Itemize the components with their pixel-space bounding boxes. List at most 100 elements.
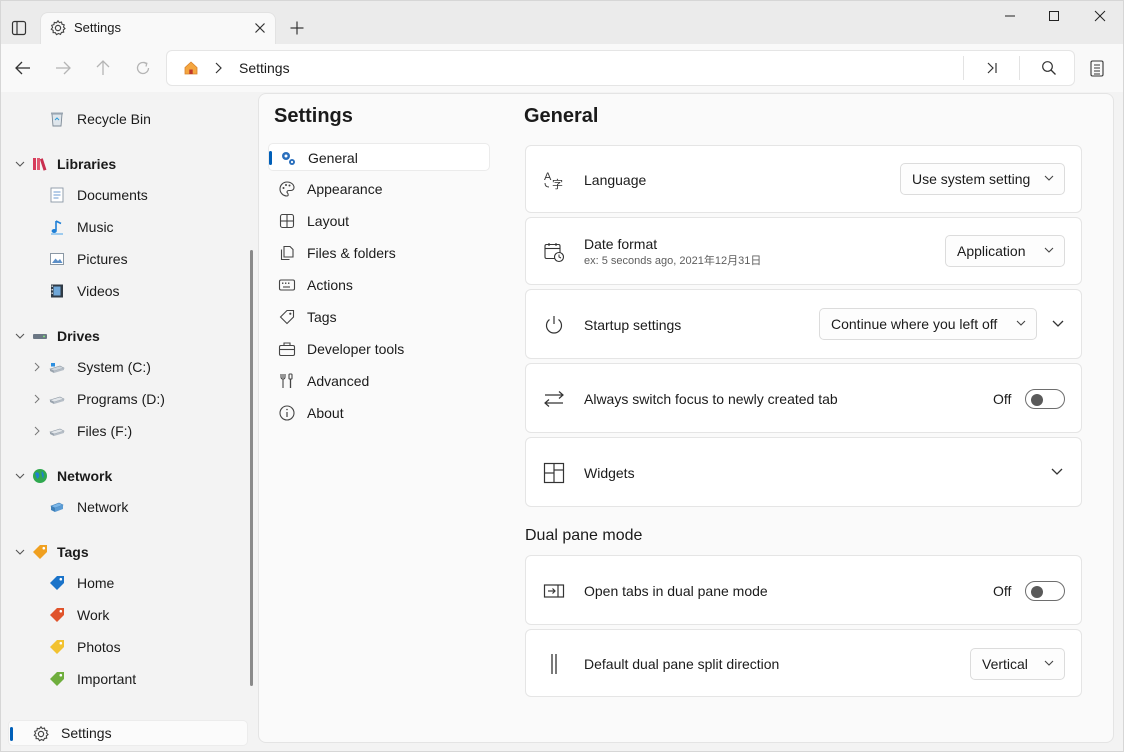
maximize-button[interactable] — [1044, 6, 1064, 26]
collapse-network-button[interactable] — [12, 468, 28, 484]
sidebar-item-recycle-bin[interactable]: Recycle Bin — [48, 105, 151, 133]
widgets-icon — [543, 462, 565, 484]
switch-focus-toggle[interactable] — [1025, 389, 1065, 409]
settings-nav-layout[interactable]: Layout — [268, 207, 490, 235]
settings-nav-files-folders[interactable]: Files & folders — [268, 239, 490, 267]
wrench-screwdriver-icon — [280, 373, 293, 388]
settings-nav-about[interactable]: About — [268, 399, 490, 427]
sidebar-item-tag-work[interactable]: Work — [48, 601, 109, 629]
new-tab-button[interactable] — [286, 17, 308, 39]
tab-title: Settings — [74, 20, 121, 35]
expand-toolbar-button[interactable] — [981, 57, 1003, 79]
sidebar-section-label: Libraries — [57, 156, 117, 172]
sidebar-item-tag-photos[interactable]: Photos — [48, 633, 121, 661]
sidebar-item-label: Important — [77, 671, 137, 687]
sidebar-item-label: Videos — [77, 283, 120, 299]
refresh-button[interactable] — [132, 57, 154, 79]
setting-card-widgets[interactable]: Widgets — [525, 437, 1082, 507]
sidebar-scrollbar[interactable] — [250, 250, 253, 686]
chevron-down-icon — [1044, 247, 1054, 253]
home-breadcrumb[interactable] — [181, 58, 201, 78]
settings-title: Settings — [274, 105, 353, 127]
settings-nav-advanced[interactable]: Advanced — [268, 367, 490, 395]
startup-dropdown[interactable]: Continue where you left off — [819, 308, 1037, 340]
split-direction-dropdown[interactable]: Vertical — [970, 648, 1065, 680]
sidebar-item-files-drive[interactable]: Files (F:) — [48, 417, 132, 445]
expand-files-drive-button[interactable] — [30, 424, 44, 438]
expand-programs-drive-button[interactable] — [30, 392, 44, 406]
sidebar-item-label: Programs (D:) — [77, 391, 165, 407]
settings-nav-general[interactable]: General — [268, 143, 490, 171]
language-dropdown[interactable]: Use system setting — [900, 163, 1065, 195]
sidebar-item-settings[interactable]: Settings — [8, 720, 248, 746]
expand-chevron-icon[interactable] — [1051, 319, 1065, 329]
drive-icon — [49, 428, 65, 436]
home-icon — [184, 61, 198, 75]
settings-nav-appearance[interactable]: Appearance — [268, 175, 490, 203]
back-button[interactable] — [12, 57, 34, 79]
sidebar-item-network[interactable]: Network — [48, 493, 128, 521]
dual-pane-icon — [543, 584, 565, 598]
chevron-down-icon — [1016, 320, 1026, 326]
collapse-tags-button[interactable] — [12, 544, 28, 560]
sidebar-item-label: Recycle Bin — [77, 111, 151, 127]
sidebar-section-network[interactable]: Network — [31, 462, 112, 490]
sidebar-toggle-button[interactable] — [8, 17, 30, 39]
expand-chevron-icon[interactable] — [1050, 467, 1064, 477]
tag-icon — [50, 640, 64, 654]
breadcrumb-settings[interactable]: Settings — [239, 60, 290, 76]
sidebar-item-programs-drive[interactable]: Programs (D:) — [48, 385, 165, 413]
svg-text:字: 字 — [552, 177, 563, 191]
nav-label: Advanced — [307, 373, 370, 389]
sidebar-item-label: System (C:) — [77, 359, 151, 375]
sidebar-item-label: Pictures — [77, 251, 128, 267]
sidebar-item-tag-important[interactable]: Important — [48, 665, 136, 693]
sidebar-item-system-drive[interactable]: System (C:) — [48, 353, 151, 381]
sidebar-section-libraries[interactable]: Libraries — [31, 150, 116, 178]
nav-label: About — [307, 405, 344, 421]
close-window-button[interactable] — [1090, 6, 1110, 26]
collapse-drives-button[interactable] — [12, 328, 28, 344]
chevron-down-icon — [1044, 175, 1054, 181]
status-center-button[interactable] — [1086, 57, 1108, 79]
expand-system-drive-button[interactable] — [30, 360, 44, 374]
minimize-button[interactable] — [1000, 6, 1020, 26]
setting-card-startup[interactable]: Startup settings Continue where you left… — [525, 289, 1082, 359]
setting-label: Date format — [584, 236, 658, 252]
date-format-dropdown[interactable]: Application — [945, 235, 1065, 267]
setting-label: Language — [584, 172, 647, 188]
address-bar[interactable] — [166, 50, 1075, 86]
videos-icon — [51, 284, 63, 298]
windows-drive-icon — [49, 363, 65, 373]
chevron-down-icon — [15, 161, 25, 167]
arrow-to-right-icon — [987, 62, 997, 74]
up-button[interactable] — [92, 57, 114, 79]
arrow-left-icon — [15, 61, 30, 75]
sidebar-section-drives[interactable]: Drives — [31, 322, 100, 350]
forward-button[interactable] — [52, 57, 74, 79]
sidebar-item-documents[interactable]: Documents — [48, 181, 148, 209]
setting-label: Widgets — [584, 465, 635, 481]
tab-settings[interactable]: Settings — [40, 12, 276, 44]
sidebar-item-pictures[interactable]: Pictures — [48, 245, 128, 273]
sidebar-item-videos[interactable]: Videos — [48, 277, 120, 305]
minimize-icon — [1005, 15, 1015, 17]
close-icon — [1094, 10, 1106, 22]
chevron-down-icon — [1044, 660, 1054, 666]
settings-nav-tags[interactable]: Tags — [268, 303, 490, 331]
nav-label: Developer tools — [307, 341, 405, 357]
sidebar-section-tags[interactable]: Tags — [31, 538, 89, 566]
chevron-right-icon — [34, 394, 40, 404]
sidebar-item-tag-home[interactable]: Home — [48, 569, 114, 597]
breadcrumb-separator[interactable] — [210, 59, 226, 77]
search-button[interactable] — [1038, 57, 1060, 79]
settings-nav-developer-tools[interactable]: Developer tools — [268, 335, 490, 363]
open-dual-pane-toggle[interactable] — [1025, 581, 1065, 601]
sidebar-item-music[interactable]: Music — [48, 213, 114, 241]
language-icon: A 字 — [544, 171, 563, 191]
close-tab-icon[interactable] — [251, 19, 269, 37]
settings-nav-actions[interactable]: Actions — [268, 271, 490, 299]
chevron-right-icon — [34, 362, 40, 372]
collapse-libraries-button[interactable] — [12, 156, 28, 172]
music-icon — [51, 220, 63, 235]
